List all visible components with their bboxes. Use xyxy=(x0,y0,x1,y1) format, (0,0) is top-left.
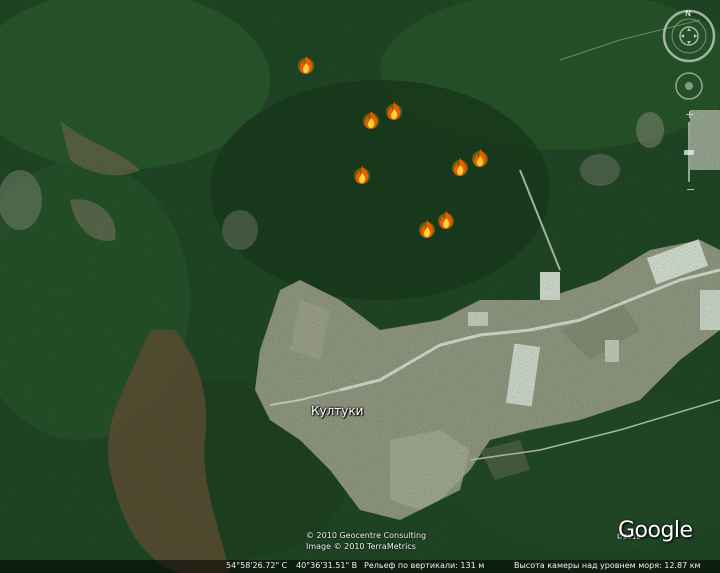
elevation-readout: Рельеф по вертикали: 131 м xyxy=(364,561,485,570)
eye-altitude-readout: Высота камеры над уровнем моря: 12.87 км xyxy=(514,561,701,570)
svg-text:+: + xyxy=(685,108,694,121)
fire-icon[interactable] xyxy=(471,148,489,168)
zoom-slider-icon[interactable]: + − xyxy=(684,108,695,194)
imagery-credits: © 2010 Geocentre Consulting Image © 2010… xyxy=(306,530,426,552)
longitude-readout: 40°36'31.51" В xyxy=(296,561,358,570)
latitude-readout: 54°58'26.72" С xyxy=(226,561,288,570)
fire-icon[interactable] xyxy=(418,219,436,239)
credit-line: © 2010 Geocentre Consulting xyxy=(306,531,427,540)
navigation-controls[interactable]: N + − xyxy=(662,4,718,194)
compass-ring-icon[interactable]: N xyxy=(662,9,716,63)
credit-line: Image © 2010 TerraMetrics xyxy=(306,542,416,551)
svg-text:−: − xyxy=(686,183,695,194)
place-label[interactable]: Култуки xyxy=(311,404,363,418)
fire-icon[interactable] xyxy=(353,165,371,185)
map-view[interactable]: Култуки N + − © 2010 Geocentre Consultin… xyxy=(0,0,720,573)
fire-icon[interactable] xyxy=(385,101,403,121)
compass-north-label: N xyxy=(685,9,691,18)
status-bar: 54°58'26.72" С 40°36'31.51" В Рельеф по … xyxy=(0,560,720,573)
fire-icon[interactable] xyxy=(451,157,469,177)
fire-icon[interactable] xyxy=(297,55,315,75)
fire-icon[interactable] xyxy=(437,210,455,230)
google-logo: Google xyxy=(618,518,693,543)
satellite-imagery[interactable] xyxy=(0,0,720,573)
fire-icon[interactable] xyxy=(362,110,380,130)
move-joystick-icon[interactable] xyxy=(675,72,703,100)
look-joystick-icon[interactable] xyxy=(679,26,699,46)
